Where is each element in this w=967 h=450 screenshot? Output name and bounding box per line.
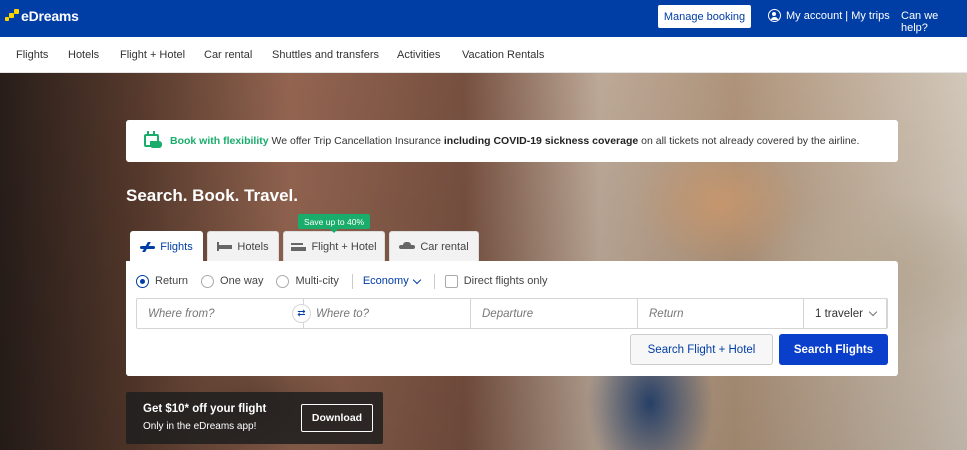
main-nav: Flights Hotels Flight + Hotel Car rental… bbox=[0, 37, 967, 73]
save-badge: Save up to 40% bbox=[298, 214, 370, 233]
destination-input[interactable]: Where to? bbox=[304, 299, 471, 328]
tab-flight-hotel[interactable]: Flight + Hotel bbox=[283, 231, 385, 261]
nav-activities[interactable]: Activities bbox=[397, 49, 440, 61]
account-link[interactable]: My account | My trips bbox=[768, 9, 890, 22]
trip-type-one-way[interactable]: One way bbox=[201, 274, 263, 288]
bed-icon bbox=[217, 242, 233, 251]
travelers-select[interactable]: 1 traveler bbox=[804, 299, 887, 328]
search-fields: Where from? Where to? Departure Return 1… bbox=[136, 298, 888, 329]
tab-hotels[interactable]: Hotels bbox=[207, 231, 279, 261]
nav-car-rental[interactable]: Car rental bbox=[204, 49, 252, 61]
search-flight-hotel-button[interactable]: Search Flight + Hotel bbox=[630, 334, 773, 365]
manage-booking-button[interactable]: Manage booking bbox=[658, 5, 751, 28]
cabin-class-select[interactable]: Economy bbox=[363, 275, 421, 287]
chevron-down-icon bbox=[412, 275, 421, 284]
download-button[interactable]: Download bbox=[301, 404, 373, 432]
plane-icon bbox=[140, 243, 156, 251]
direct-flights-checkbox[interactable]: Direct flights only bbox=[444, 274, 547, 288]
account-label: My account | My trips bbox=[786, 9, 890, 22]
app-promo-title: Get $10* off your flight bbox=[143, 403, 267, 415]
radio-selected-icon[interactable] bbox=[136, 274, 149, 288]
tab-flights[interactable]: Flights bbox=[130, 231, 203, 262]
return-date-input[interactable]: Return bbox=[638, 299, 804, 328]
divider bbox=[433, 273, 435, 289]
radio-icon[interactable] bbox=[276, 274, 290, 288]
chevron-down-icon bbox=[868, 307, 878, 317]
app-promo-subtitle: Only in the eDreams app! bbox=[143, 421, 257, 432]
edreams-logo[interactable]: eDreams bbox=[5, 8, 79, 24]
departure-date-input[interactable]: Departure bbox=[471, 299, 638, 328]
user-icon bbox=[768, 9, 781, 22]
nav-shuttles[interactable]: Shuttles and transfers bbox=[272, 49, 379, 61]
flexibility-text: Book with flexibility We offer Trip Canc… bbox=[170, 135, 860, 147]
swap-icon[interactable]: ⇄ bbox=[292, 304, 311, 323]
radio-icon[interactable] bbox=[201, 274, 215, 288]
page-headline: Search. Book. Travel. bbox=[126, 186, 298, 205]
car-icon bbox=[399, 242, 416, 251]
trip-type-multi-city[interactable]: Multi-city bbox=[276, 274, 339, 288]
help-link[interactable]: Can we help? bbox=[901, 10, 967, 34]
app-promo-banner: Get $10* off your flight Only in the eDr… bbox=[126, 392, 383, 444]
logo-icon bbox=[5, 9, 19, 23]
nav-hotels[interactable]: Hotels bbox=[68, 49, 99, 61]
search-panel: Return One way Multi-city Economy Direct… bbox=[126, 261, 898, 376]
trip-type-return[interactable]: Return bbox=[136, 274, 188, 288]
trip-options: Return One way Multi-city Economy Direct… bbox=[136, 273, 560, 289]
top-bar: eDreams Manage booking My account | My t… bbox=[0, 0, 967, 37]
tab-car-rental[interactable]: Car rental bbox=[389, 231, 479, 261]
nav-vacation-rentals[interactable]: Vacation Rentals bbox=[462, 49, 544, 61]
checkbox-icon[interactable] bbox=[444, 274, 458, 288]
search-flights-button[interactable]: Search Flights bbox=[779, 334, 888, 365]
logo-text: eDreams bbox=[21, 8, 79, 24]
plane-bed-icon bbox=[291, 242, 307, 252]
nav-flight-hotel[interactable]: Flight + Hotel bbox=[120, 49, 185, 61]
flexibility-banner: Book with flexibility We offer Trip Canc… bbox=[126, 120, 898, 162]
calendar-hand-icon bbox=[142, 131, 164, 151]
origin-input[interactable]: Where from? bbox=[137, 299, 304, 328]
divider bbox=[351, 273, 353, 289]
nav-flights[interactable]: Flights bbox=[16, 49, 48, 61]
